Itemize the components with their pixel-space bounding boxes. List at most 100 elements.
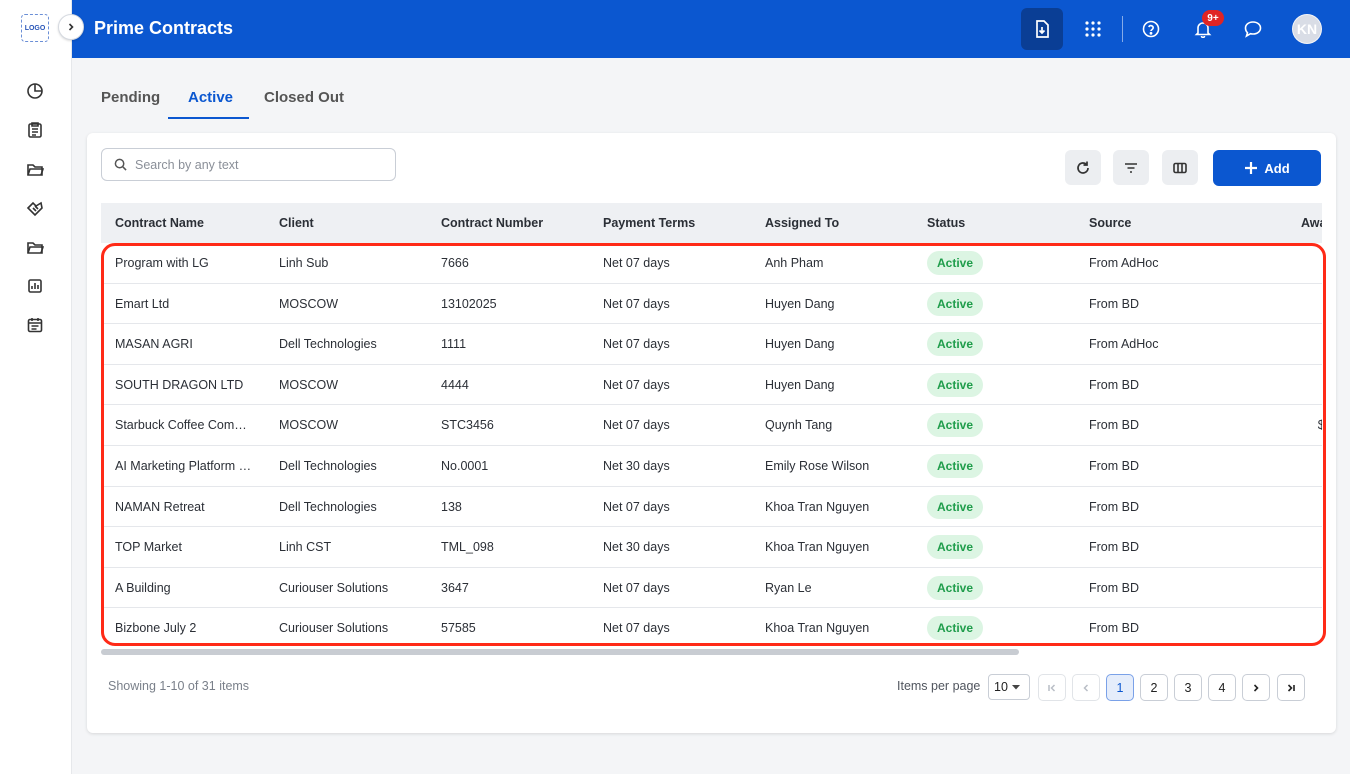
table-row[interactable]: SOUTH DRAGON LTD MOSCOW 4444 Net 07 days Huy… xyxy=(101,365,1322,406)
cell-contract-name: MASAN AGRI xyxy=(115,337,193,352)
cell-award: $3, xyxy=(1289,459,1322,473)
cell-assigned-to: Quynh Tang xyxy=(765,418,833,433)
table-row[interactable]: Bizbone July 2 Curiouser Solutions 57585 Ne… xyxy=(101,608,1322,648)
file-download-icon xyxy=(1036,20,1049,38)
table-row[interactable]: NAMAN Retreat Dell Technologies 138 Net 07 … xyxy=(101,487,1322,528)
col-source[interactable]: Source xyxy=(1089,216,1131,230)
calendar-icon[interactable] xyxy=(25,315,45,335)
folder-open-icon[interactable] xyxy=(25,159,45,179)
cell-client: MOSCOW xyxy=(279,296,339,311)
table-row[interactable]: Program with LG Linh Sub 7666 Net 07 days An… xyxy=(101,243,1322,284)
col-client[interactable]: Client xyxy=(279,216,314,230)
cell-contract-number: 7666 xyxy=(441,256,469,270)
first-page-button[interactable] xyxy=(1038,674,1066,701)
filter-lines-icon xyxy=(1125,162,1137,173)
cell-source: From AdHoc xyxy=(1089,337,1159,352)
page-2-button[interactable]: 2 xyxy=(1140,674,1168,701)
cell-contract-name: Program with LG xyxy=(115,256,209,270)
dashboard-pie-icon[interactable] xyxy=(25,81,45,101)
status-badge: Active xyxy=(927,453,984,478)
cell-contract-number: TML_098 xyxy=(441,540,494,555)
cell-contract-number: STC3456 xyxy=(441,418,494,433)
cell-award: $ xyxy=(1289,621,1322,635)
clipboard-list-icon[interactable] xyxy=(25,120,45,140)
cell-payment-terms: Net 07 days xyxy=(603,337,670,352)
cell-contract-name: Emart Ltd xyxy=(115,296,170,311)
cell-payment-terms: Net 07 days xyxy=(603,499,670,514)
first-page-icon xyxy=(1048,683,1056,692)
page-1-button[interactable]: 1 xyxy=(1106,674,1134,701)
col-contract-name[interactable]: Contract Name xyxy=(115,216,204,230)
items-per-page-label: Items per page xyxy=(897,679,981,693)
cell-client: MOSCOW xyxy=(279,418,339,433)
chat-button[interactable] xyxy=(1232,8,1274,50)
status-badge: Active xyxy=(927,494,984,519)
table-row[interactable]: Emart Ltd MOSCOW 13102025 Net 07 days Huyen … xyxy=(101,284,1322,325)
header-divider xyxy=(1122,16,1123,42)
handshake-icon[interactable] xyxy=(25,198,45,218)
cell-client: Curiouser Solutions xyxy=(279,580,389,595)
cell-assigned-to: Khoa Tran Nguyen xyxy=(765,540,870,555)
top-header: Prime Contracts 9+ KN xyxy=(72,0,1350,58)
cell-payment-terms: Net 07 days xyxy=(603,296,670,311)
table-header: Contract Name Client Contract Number Pay… xyxy=(101,203,1322,243)
search-input[interactable] xyxy=(135,157,375,172)
report-chart-icon[interactable] xyxy=(25,276,45,296)
table-row[interactable]: Starbuck Coffee Com… MOSCOW STC3456 Net 07 … xyxy=(101,405,1322,446)
expand-sidebar-button[interactable] xyxy=(58,14,84,40)
cell-payment-terms: Net 07 days xyxy=(603,256,670,270)
table-row[interactable]: MASAN AGRI Dell Technologies 1111 Net 07 da… xyxy=(101,324,1322,365)
col-award[interactable]: Awa xyxy=(1301,216,1322,230)
chevron-right-icon xyxy=(68,23,74,31)
tab-closed-out[interactable]: Closed Out xyxy=(264,89,344,106)
col-assigned-to[interactable]: Assigned To xyxy=(765,216,839,230)
cell-client: Linh CST xyxy=(279,540,332,555)
cell-source: From BD xyxy=(1089,458,1139,473)
table-row[interactable]: A Building Curiouser Solutions 3647 Net 07 … xyxy=(101,568,1322,609)
cell-payment-terms: Net 07 days xyxy=(603,418,670,433)
showing-count: Showing 1-10 of 31 items xyxy=(108,679,250,693)
table-row[interactable]: AI Marketing Platform … Dell Technologies… xyxy=(101,446,1322,487)
col-payment-terms[interactable]: Payment Terms xyxy=(603,216,695,230)
cell-assigned-to: Emily Rose Wilson xyxy=(765,458,870,473)
status-badge: Active xyxy=(927,413,984,438)
next-page-button[interactable] xyxy=(1242,674,1270,701)
cell-payment-terms: Net 07 days xyxy=(603,580,670,595)
user-avatar[interactable]: KN xyxy=(1292,14,1322,44)
page-title: Prime Contracts xyxy=(94,18,234,38)
page-3-button[interactable]: 3 xyxy=(1174,674,1202,701)
horizontal-scrollbar[interactable] xyxy=(101,649,1019,655)
items-per-page-value: 10 xyxy=(994,680,1008,694)
col-status[interactable]: Status xyxy=(927,216,965,230)
cell-source: From BD xyxy=(1089,296,1139,311)
cell-client: Linh Sub xyxy=(279,256,329,270)
chevron-right-icon xyxy=(1253,683,1259,692)
folder-icon[interactable] xyxy=(25,237,45,257)
search-box xyxy=(101,148,396,181)
download-file-button[interactable] xyxy=(1021,8,1063,50)
cell-client: MOSCOW xyxy=(279,377,339,392)
filter-button[interactable] xyxy=(1113,150,1149,185)
prev-page-button[interactable] xyxy=(1072,674,1100,701)
cell-source: From BD xyxy=(1089,499,1139,514)
caret-down-icon xyxy=(1011,685,1020,690)
page-4-button[interactable]: 4 xyxy=(1208,674,1236,701)
tab-pending[interactable]: Pending xyxy=(101,89,160,106)
columns-icon xyxy=(1173,162,1187,173)
last-page-button[interactable] xyxy=(1277,674,1305,701)
refresh-button[interactable] xyxy=(1065,150,1101,185)
apps-grid-button[interactable] xyxy=(1072,8,1114,50)
columns-button[interactable] xyxy=(1162,150,1198,185)
add-button[interactable]: Add xyxy=(1213,150,1321,186)
status-badge: Active xyxy=(927,535,984,560)
status-badge: Active xyxy=(927,616,984,641)
items-per-page-select[interactable]: 10 xyxy=(988,674,1030,700)
cell-assigned-to: Huyen Dang xyxy=(765,337,835,352)
left-rail: LOGO xyxy=(0,0,72,774)
col-contract-number[interactable]: Contract Number xyxy=(441,216,543,230)
table-row[interactable]: TOP Market Linh CST TML_098 Net 30 days Khoa… xyxy=(101,527,1322,568)
cell-contract-name: Starbuck Coffee Com… xyxy=(115,418,247,433)
cell-client: Dell Technologies xyxy=(279,337,377,352)
tab-active[interactable]: Active xyxy=(188,89,233,106)
help-button[interactable] xyxy=(1130,8,1172,50)
